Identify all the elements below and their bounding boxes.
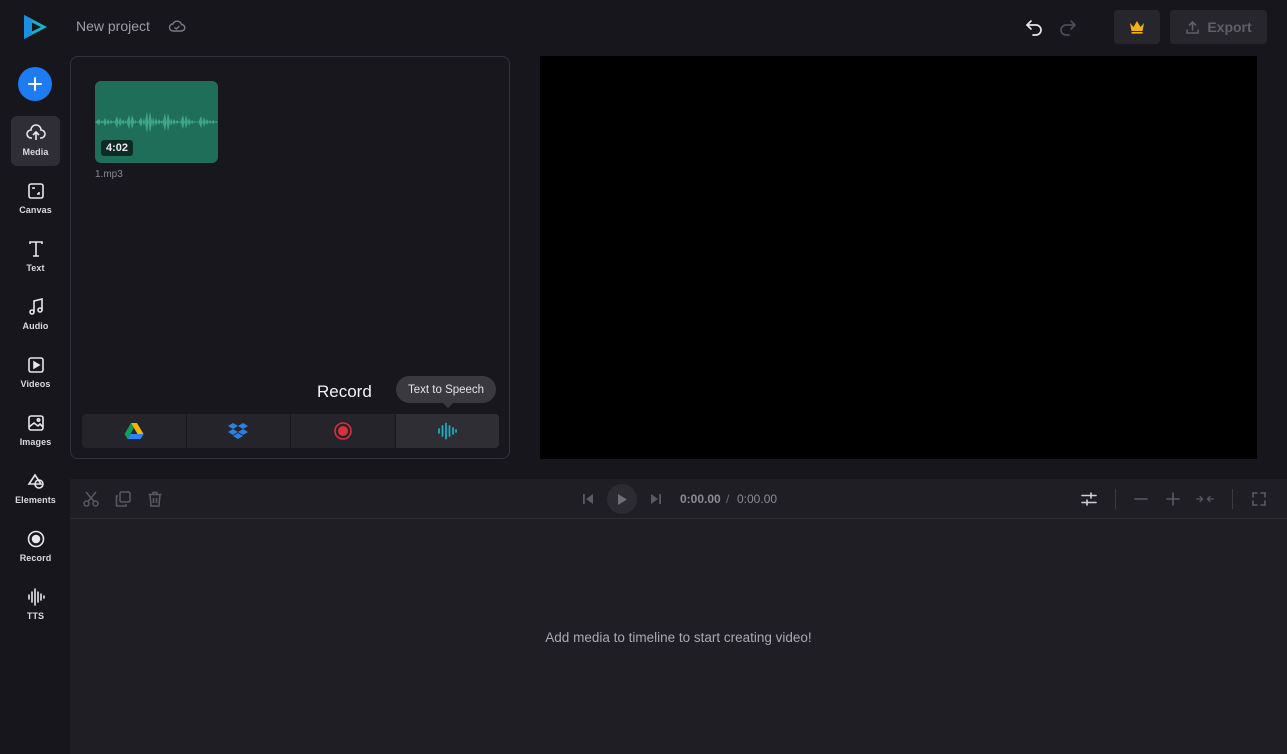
project-title[interactable]: New project (76, 18, 150, 34)
toolbar-divider (1232, 489, 1233, 509)
record-icon (333, 422, 352, 440)
skip-forward-icon[interactable] (647, 490, 665, 508)
media-source-bar (82, 414, 499, 448)
cloud-saved-icon (168, 20, 186, 32)
sidebar-item-videos[interactable]: Videos (11, 348, 60, 398)
toolbar-divider (1115, 489, 1116, 509)
tooltip-arrow (443, 403, 453, 408)
video-preview-canvas[interactable] (540, 56, 1257, 459)
media-panel: 4:02 1.mp3 Record Text to Speech (70, 56, 510, 459)
sidebar-item-elements[interactable]: Elements (11, 464, 60, 514)
sidebar-item-label: TTS (26, 611, 45, 621)
current-time: 0:00.00 (680, 492, 721, 506)
sidebar-item-record[interactable]: Record (11, 522, 60, 572)
fullscreen-icon[interactable] (1250, 490, 1268, 508)
dropbox-button[interactable] (186, 414, 290, 448)
waveform-icon (27, 588, 45, 606)
sidebar-item-text[interactable]: Text (11, 232, 60, 282)
undo-icon[interactable] (1024, 17, 1044, 37)
app-logo-icon[interactable] (20, 12, 50, 42)
export-button[interactable]: Export (1170, 10, 1267, 44)
record-icon (27, 530, 44, 548)
sidebar-item-label: Videos (20, 379, 51, 389)
total-time: 0:00.00 (737, 492, 778, 506)
sidebar-item-audio[interactable]: Audio (11, 290, 60, 340)
media-duration: 4:02 (101, 140, 134, 156)
sidebar-item-media[interactable]: Media (11, 116, 60, 166)
text-to-speech-button[interactable] (395, 414, 499, 448)
redo-icon[interactable] (1058, 17, 1078, 37)
media-file-name: 1.mp3 (95, 169, 123, 180)
sidebar-item-label: Elements (15, 495, 56, 505)
play-icon (618, 493, 627, 505)
record-label: Record (317, 382, 372, 401)
adjust-settings-icon[interactable] (1080, 490, 1098, 508)
image-icon (27, 415, 44, 431)
text-icon (28, 241, 43, 257)
crown-icon (1130, 21, 1144, 34)
timeline-toolbar: 0:00.00 / 0:00.00 (70, 479, 1287, 519)
sidebar-item-label: Media (22, 147, 49, 157)
tts-tooltip: Text to Speech (396, 376, 497, 403)
sidebar-item-label: Canvas (19, 205, 52, 215)
sidebar-item-label: Images (19, 437, 52, 447)
sidebar-item-canvas[interactable]: Canvas (11, 174, 60, 224)
text-to-speech-icon (438, 422, 458, 440)
canvas-icon (27, 183, 44, 199)
play-button[interactable] (607, 484, 637, 514)
time-separator: / (726, 492, 730, 506)
sidebar-item-label: Text (26, 263, 45, 273)
zoom-in-icon[interactable] (1164, 490, 1182, 508)
cloud-upload-icon (25, 124, 46, 140)
export-label: Export (1207, 19, 1252, 35)
sidebar-item-label: Audio (22, 321, 49, 331)
trash-icon[interactable] (146, 490, 164, 508)
google-drive-button[interactable] (82, 414, 186, 448)
shapes-icon (27, 473, 44, 489)
sidebar: Media Canvas Text Audio Videos Images El… (0, 0, 70, 754)
sidebar-item-label: Record (19, 553, 52, 563)
duplicate-icon[interactable] (114, 490, 132, 508)
fit-timeline-icon[interactable] (1196, 490, 1214, 508)
skip-back-icon[interactable] (579, 490, 597, 508)
dropbox-icon (228, 423, 249, 439)
add-media-button[interactable] (18, 67, 52, 101)
scissors-icon[interactable] (82, 490, 100, 508)
premium-button[interactable] (1114, 10, 1160, 44)
sidebar-item-images[interactable]: Images (11, 406, 60, 456)
zoom-out-icon[interactable] (1132, 490, 1150, 508)
record-button[interactable] (291, 414, 395, 448)
sidebar-item-tts[interactable]: TTS (11, 580, 60, 630)
timeline-empty-message: Add media to timeline to start creating … (545, 630, 812, 645)
plus-icon (28, 77, 42, 91)
audio-waveform-graphic (95, 111, 218, 133)
video-play-icon (27, 357, 44, 373)
upload-icon (1186, 20, 1200, 34)
media-thumbnail[interactable]: 4:02 (95, 81, 218, 163)
music-note-icon (28, 297, 43, 315)
google-drive-icon (124, 423, 144, 439)
timeline: 0:00.00 / 0:00.00 Add media to timeline … (70, 479, 1287, 754)
